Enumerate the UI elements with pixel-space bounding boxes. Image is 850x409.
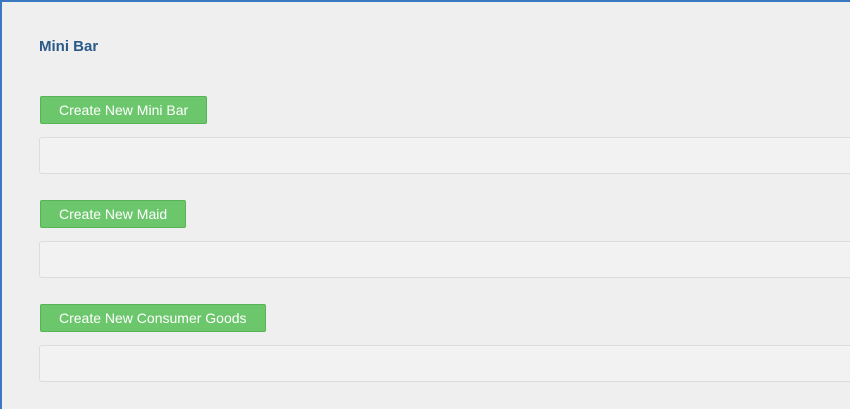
create-mini-bar-button[interactable]: Create New Mini Bar bbox=[40, 96, 208, 124]
content-frame: Mini Bar Create New Mini Bar Create New … bbox=[0, 0, 850, 409]
consumer-goods-list-panel bbox=[39, 345, 850, 382]
maid-list-panel bbox=[39, 241, 850, 278]
section-title: Mini Bar bbox=[39, 38, 99, 55]
create-maid-button[interactable]: Create New Maid bbox=[40, 200, 187, 228]
create-consumer-goods-button[interactable]: Create New Consumer Goods bbox=[40, 304, 266, 332]
mini-bar-list-panel bbox=[39, 137, 850, 174]
